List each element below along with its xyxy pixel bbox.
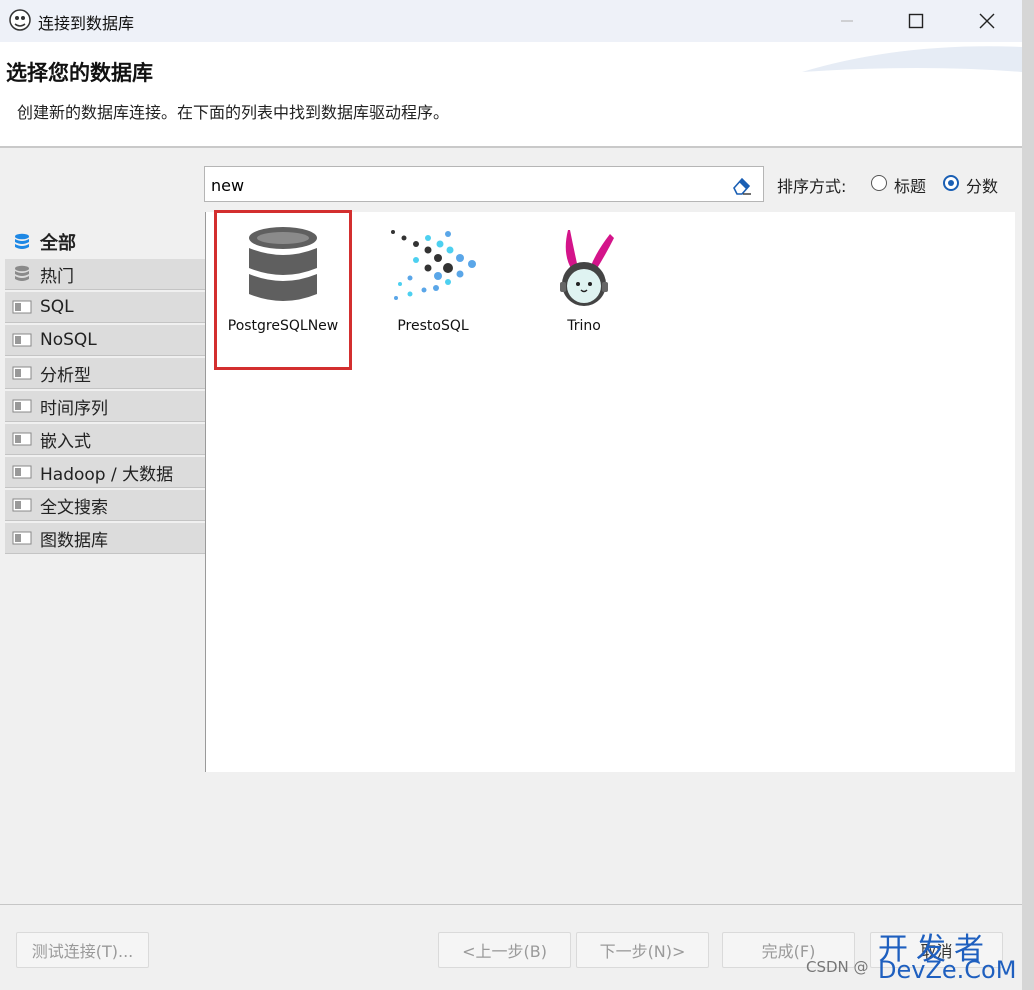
back-button[interactable]: <上一步(B)	[438, 932, 571, 968]
folder-icon	[12, 333, 32, 347]
sort-by-score-radio[interactable]	[943, 175, 959, 191]
sort-by-title-label[interactable]: 标题	[894, 173, 926, 197]
database-stack-icon	[15, 265, 29, 281]
driver-tile-trino[interactable]: Trino	[517, 212, 651, 368]
folder-icon	[12, 300, 32, 314]
page-title: 选择您的数据库	[6, 61, 153, 85]
test-connection-button[interactable]: 测试连接(T)...	[16, 932, 149, 968]
category-label: SQL	[40, 297, 74, 317]
category-popular[interactable]: 热门	[5, 259, 205, 290]
minimize-icon	[841, 20, 853, 22]
next-button[interactable]: 下一步(N)>	[576, 932, 709, 968]
folder-icon	[12, 432, 32, 446]
maximize-icon	[908, 13, 924, 29]
category-all[interactable]: 全部	[5, 226, 205, 257]
maximize-button[interactable]	[893, 6, 939, 36]
sort-by-title-radio[interactable]	[871, 175, 887, 191]
sort-by-score-label[interactable]: 分数	[966, 173, 998, 197]
minimize-button[interactable]	[824, 6, 870, 36]
category-timeseries[interactable]: 时间序列	[5, 391, 205, 422]
driver-label: PrestoSQL	[397, 318, 469, 334]
page-description: 创建新的数据库连接。在下面的列表中找到数据库驱动程序。	[17, 103, 450, 122]
csdn-watermark: CSDN @	[806, 958, 869, 976]
presto-dots-icon	[391, 230, 476, 300]
driver-label: Trino	[567, 318, 601, 334]
database-stack-icon	[15, 233, 29, 249]
category-label: NoSQL	[40, 330, 97, 350]
window-title: 连接到数据库	[38, 14, 135, 33]
header-decoration	[802, 46, 1022, 72]
driver-grid: PostgreSQLNew PrestoSQL Trino	[205, 210, 1015, 772]
database-icon	[249, 227, 317, 301]
category-label: 热门	[40, 266, 74, 287]
category-label: 嵌入式	[40, 431, 91, 452]
category-sql[interactable]: SQL	[5, 292, 205, 323]
trino-bunny-icon	[560, 230, 614, 306]
category-fulltext[interactable]: 全文搜索	[5, 490, 205, 521]
sort-label: 排序方式:	[777, 177, 847, 196]
category-embedded[interactable]: 嵌入式	[5, 424, 205, 455]
driver-label: PostgreSQLNew	[227, 318, 339, 334]
category-label: Hadoop / 大数据	[40, 464, 174, 485]
search-box	[204, 166, 764, 202]
search-input[interactable]	[209, 171, 723, 199]
category-label: 图数据库	[40, 530, 108, 551]
close-icon	[979, 13, 995, 29]
category-label: 全部	[40, 232, 76, 254]
app-icon	[9, 9, 31, 31]
window-titlebar: 连接到数据库	[0, 0, 1022, 42]
category-graph[interactable]: 图数据库	[5, 523, 205, 554]
category-nosql[interactable]: NoSQL	[5, 325, 205, 356]
category-analytical[interactable]: 分析型	[5, 358, 205, 389]
folder-icon	[12, 498, 32, 512]
folder-icon	[12, 465, 32, 479]
category-hadoop[interactable]: Hadoop / 大数据	[5, 457, 205, 488]
category-label: 时间序列	[40, 398, 108, 419]
devze-watermark-logo: 开发者 DevZe.CoM	[878, 924, 1028, 984]
close-button[interactable]	[964, 6, 1010, 36]
category-label: 分析型	[40, 365, 91, 386]
folder-icon	[12, 366, 32, 380]
wizard-header: 选择您的数据库 创建新的数据库连接。在下面的列表中找到数据库驱动程序。	[0, 42, 1022, 146]
folder-icon	[12, 399, 32, 413]
driver-tile-prestosql[interactable]: PrestoSQL	[366, 212, 500, 368]
category-label: 全文搜索	[40, 497, 108, 518]
window-edge	[1022, 0, 1034, 990]
folder-icon	[12, 531, 32, 545]
driver-tile-postgresqlnew[interactable]: PostgreSQLNew	[214, 210, 352, 370]
category-list: 全部 热门 SQL NoSQL 分析型 时间序列 嵌入式 Hadoop / 大数…	[5, 226, 205, 556]
eraser-icon[interactable]	[731, 174, 753, 196]
header-divider	[0, 146, 1022, 148]
watermark-logo-bottom: DevZe.CoM	[878, 956, 1017, 984]
footer-divider	[0, 904, 1022, 905]
